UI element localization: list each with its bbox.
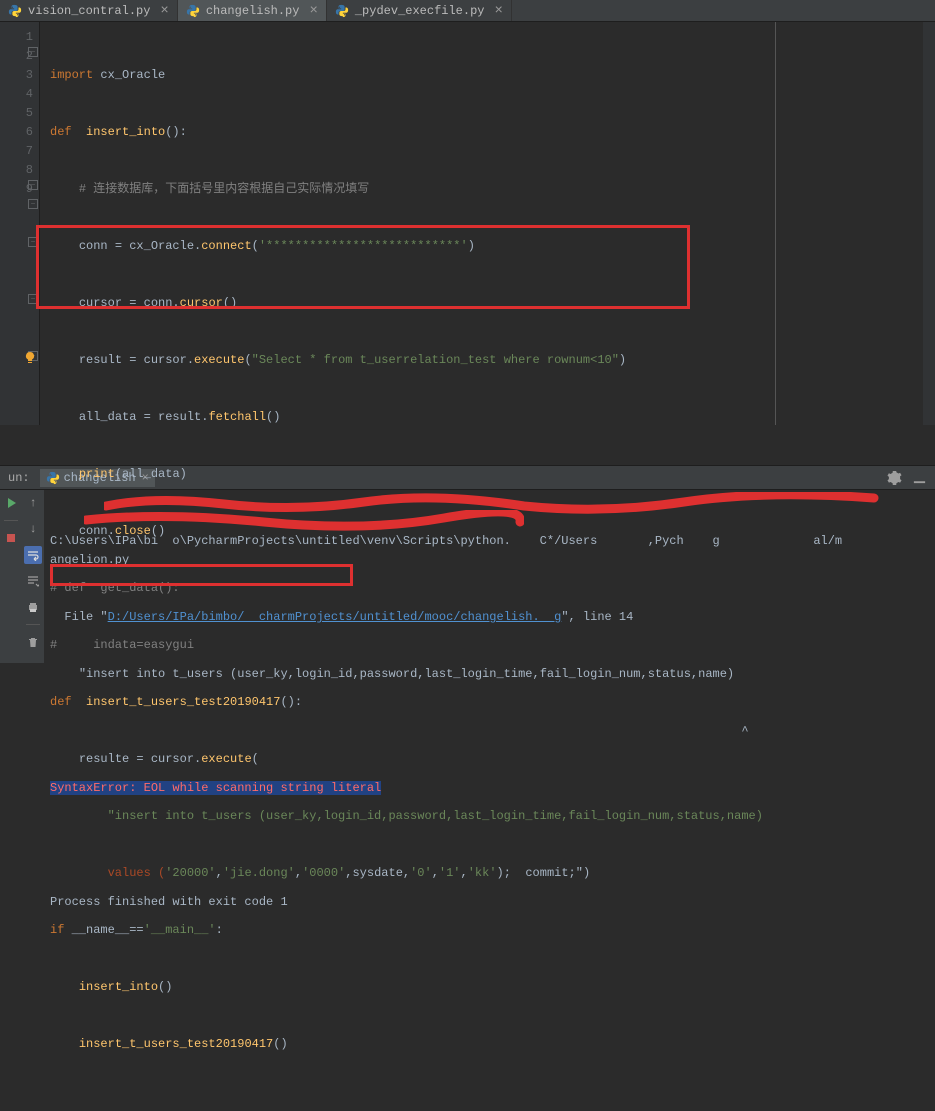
print-icon[interactable] (24, 598, 42, 616)
run-toolbar-left (0, 490, 22, 663)
stop-button[interactable] (2, 529, 20, 547)
console-line: C:\Users\IPa\bi o\PycharmProjects\untitl… (50, 532, 929, 570)
scroll-map[interactable] (923, 22, 935, 425)
tab-label: _pydev_execfile.py (355, 4, 485, 18)
scribble-annotation (104, 492, 884, 522)
gear-icon[interactable] (887, 470, 902, 485)
run-toolbar-right: ↑ ↓ (22, 490, 44, 663)
close-icon[interactable]: × (309, 3, 317, 19)
python-file-icon (335, 4, 349, 18)
close-icon[interactable]: × (494, 3, 502, 19)
lightbulb-icon[interactable] (24, 352, 36, 364)
up-arrow-icon[interactable]: ↑ (24, 494, 42, 512)
tab-label: changelish.py (206, 4, 300, 18)
python-file-icon (8, 4, 22, 18)
scroll-to-end-icon[interactable] (24, 572, 42, 590)
code-editor[interactable]: import cx_Oracle def insert_into(): # 连接… (40, 22, 775, 425)
console-line: File "D:/Users/IPa/bimbo/ charmProjects/… (50, 608, 929, 627)
close-icon[interactable]: × (160, 3, 168, 19)
tab-pydev-execfile[interactable]: _pydev_execfile.py × (327, 0, 512, 21)
run-panel: ↑ ↓ C:\Users\IPa\bi o\PycharmProjects\un… (0, 490, 935, 663)
gutter: 1 2 3 4 5 6 7 8 9 − − − − − − (0, 22, 40, 425)
minimize-icon[interactable] (912, 470, 927, 485)
editor-area: 1 2 3 4 5 6 7 8 9 − − − − − − import cx_… (0, 22, 935, 425)
fold-icon[interactable]: − (28, 237, 38, 247)
line-number: 7 (0, 142, 33, 161)
rerun-button[interactable] (2, 494, 20, 512)
soft-wrap-icon[interactable] (24, 546, 42, 564)
fold-icon[interactable]: − (28, 294, 38, 304)
python-file-icon (186, 4, 200, 18)
line-number: 6 (0, 123, 33, 142)
console-line: ^ (50, 722, 929, 741)
fold-icon[interactable]: − (28, 180, 38, 190)
console-output[interactable]: C:\Users\IPa\bi o\PycharmProjects\untitl… (44, 490, 935, 663)
scribble-annotation (84, 510, 524, 532)
console-line (50, 836, 929, 855)
line-number: 1 (0, 28, 33, 47)
tab-vision-contral[interactable]: vision_contral.py × (0, 0, 178, 21)
console-line: SyntaxError: EOL while scanning string l… (50, 779, 929, 798)
console-line: Process finished with exit code 1 (50, 893, 929, 912)
trash-icon[interactable] (24, 633, 42, 651)
tab-changelish[interactable]: changelish.py × (178, 0, 327, 21)
right-margin (775, 22, 923, 425)
console-line: "insert into t_users (user_ky,login_id,p… (50, 665, 929, 684)
tab-label: vision_contral.py (28, 4, 150, 18)
run-panel-label: un: (8, 471, 30, 485)
down-arrow-icon[interactable]: ↓ (24, 520, 42, 538)
line-number: 3 (0, 66, 33, 85)
fold-icon[interactable]: − (28, 47, 38, 57)
fold-icon[interactable]: − (28, 199, 38, 209)
editor-tab-bar: vision_contral.py × changelish.py × _pyd… (0, 0, 935, 22)
line-number: 8 (0, 161, 33, 180)
line-number: 5 (0, 104, 33, 123)
line-number: 4 (0, 85, 33, 104)
